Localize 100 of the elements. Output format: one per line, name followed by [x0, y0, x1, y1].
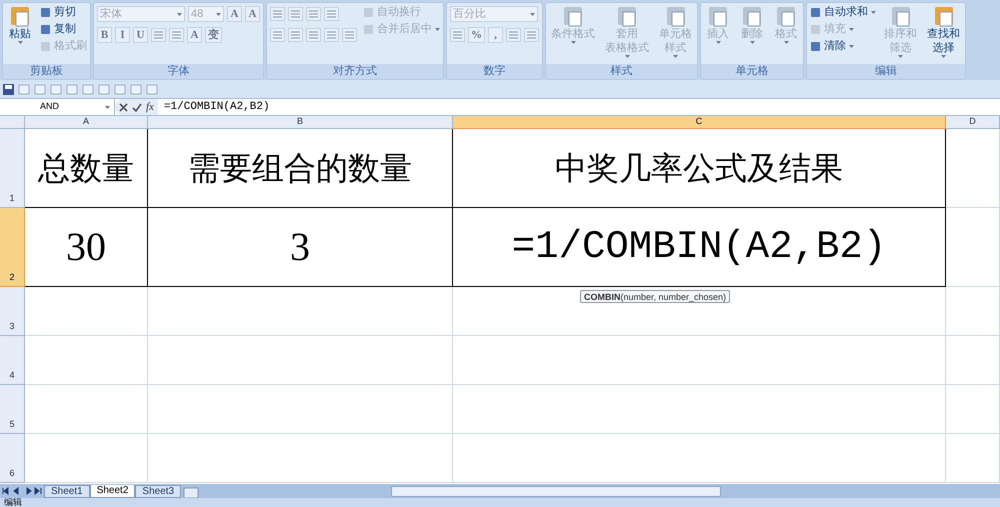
lines-icon[interactable] — [169, 28, 184, 42]
format-button[interactable]: 变 — [205, 27, 222, 43]
format-button[interactable]: U — [133, 27, 148, 43]
lines-icon[interactable] — [288, 7, 303, 21]
table-cell: 3 — [148, 208, 453, 287]
table-cell: 30 — [25, 208, 148, 287]
caret-icon — [750, 41, 754, 44]
horizontal-scrollbar[interactable] — [391, 486, 722, 497]
lines-icon[interactable] — [342, 28, 357, 42]
ribbon-button[interactable]: 清除 — [810, 39, 876, 53]
lines-icon[interactable] — [450, 28, 465, 42]
row-header[interactable]: 6 — [0, 434, 25, 483]
empty-cell[interactable] — [453, 385, 946, 434]
toolbar-icon[interactable] — [82, 84, 94, 94]
lines-icon[interactable] — [324, 28, 339, 42]
tool-icon — [40, 40, 51, 52]
check-icon[interactable] — [132, 102, 142, 112]
format-button[interactable]: I — [115, 27, 130, 43]
column-header[interactable]: B — [148, 116, 453, 129]
empty-cell[interactable] — [453, 336, 946, 385]
group-label: 剪贴板 — [30, 64, 63, 79]
lines-icon[interactable] — [324, 7, 339, 21]
name-box[interactable]: AND — [40, 100, 60, 114]
lines-icon[interactable] — [524, 28, 539, 42]
toolbar-icon[interactable] — [130, 84, 142, 94]
caret-icon — [898, 55, 903, 58]
tool-icon — [810, 6, 821, 18]
ribbon-button[interactable]: 查找和 选择 — [925, 5, 962, 58]
lines-icon[interactable] — [306, 7, 321, 21]
column-header[interactable]: C — [453, 116, 946, 129]
empty-cell[interactable] — [946, 336, 1000, 385]
empty-cell[interactable] — [946, 434, 1000, 483]
toolbar-icon[interactable] — [34, 84, 46, 94]
column-header[interactable]: D — [946, 116, 1000, 129]
cancel-icon[interactable] — [119, 102, 128, 112]
row-header[interactable]: 2 — [0, 208, 25, 287]
ribbon-button[interactable]: 粘贴 — [6, 5, 34, 44]
toolbar-icon[interactable] — [146, 84, 158, 94]
empty-cell[interactable] — [148, 434, 453, 483]
document-icon — [561, 5, 585, 27]
group-label: 数字 — [484, 64, 506, 79]
row-header[interactable]: 5 — [0, 385, 25, 434]
sheet-navigation-icon[interactable] — [2, 487, 42, 495]
empty-cell[interactable] — [946, 287, 1000, 336]
caret-icon — [216, 12, 221, 16]
empty-cell[interactable] — [946, 385, 1000, 434]
toolbar-icon[interactable] — [98, 84, 110, 94]
ribbon-button[interactable]: 剪切 — [40, 5, 87, 19]
toolbar-icon[interactable] — [50, 84, 62, 94]
format-button[interactable]: A — [187, 27, 202, 43]
dropdown-field[interactable]: 48 — [188, 6, 224, 22]
column-header[interactable]: A — [25, 116, 148, 129]
document-icon — [740, 5, 764, 27]
caret-icon — [435, 28, 440, 30]
empty-cell[interactable] — [148, 385, 453, 434]
format-button[interactable]: A — [227, 6, 242, 22]
row-header[interactable]: 1 — [0, 129, 25, 208]
toolbar-icon[interactable] — [66, 84, 78, 94]
tool-icon — [810, 24, 821, 34]
empty-cell[interactable] — [453, 434, 946, 483]
formula-text[interactable]: =1/COMBIN(A2,B2) — [164, 101, 270, 114]
empty-cell[interactable] — [148, 287, 453, 336]
format-button[interactable]: A — [245, 6, 260, 22]
row-header[interactable]: 3 — [0, 287, 25, 336]
empty-cell[interactable] — [148, 336, 453, 385]
function-button[interactable]: fx — [146, 98, 154, 116]
group-label: 单元格 — [736, 64, 768, 79]
lines-icon[interactable] — [151, 28, 166, 42]
lines-icon[interactable] — [288, 28, 303, 42]
save-icon[interactable] — [3, 84, 14, 94]
sheet-tab[interactable]: Sheet2 — [90, 485, 136, 498]
group-label: 样式 — [610, 64, 632, 79]
caret-icon — [941, 55, 946, 58]
sheet-tab[interactable]: Sheet3 — [135, 485, 182, 498]
dropdown-field[interactable]: 百分比 — [450, 6, 538, 22]
caret-icon — [849, 44, 854, 48]
dropdown-field[interactable]: 宋体 — [97, 6, 185, 22]
caret-icon — [105, 106, 110, 108]
ribbon-button[interactable]: 复制 — [40, 22, 87, 36]
lines-icon[interactable] — [306, 28, 321, 42]
toolbar-icon[interactable] — [114, 84, 126, 94]
format-button[interactable]: B — [97, 27, 112, 43]
lines-icon[interactable] — [270, 7, 285, 21]
document-icon — [615, 5, 639, 27]
lines-icon[interactable] — [270, 28, 285, 42]
toolbar-icon[interactable] — [18, 84, 30, 94]
lines-icon[interactable] — [506, 28, 521, 42]
tooltip: COMBIN(number, number_chosen) — [580, 290, 730, 303]
sheet-tab[interactable]: Sheet1 — [44, 485, 90, 498]
format-button[interactable]: , — [488, 27, 503, 43]
tool-icon — [363, 24, 374, 34]
group-label: 字体 — [168, 64, 190, 79]
row-header[interactable]: 4 — [0, 336, 25, 385]
ribbon-button[interactable]: 自动求和 — [810, 5, 876, 19]
format-button[interactable]: % — [468, 27, 485, 43]
tool-icon — [363, 6, 374, 18]
caret-icon — [530, 12, 535, 16]
caret-icon — [784, 41, 788, 44]
empty-cell[interactable] — [946, 208, 1000, 287]
group-label: 编辑 — [875, 64, 897, 79]
